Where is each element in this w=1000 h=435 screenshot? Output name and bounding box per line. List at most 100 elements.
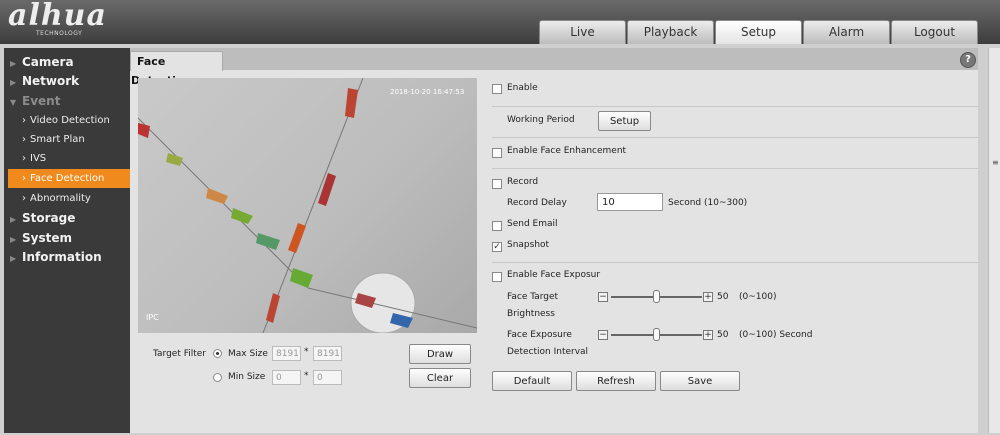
record-delay-unit: Second (10~300) xyxy=(668,198,748,208)
sidebar-group-label: System xyxy=(22,231,72,245)
max-size-width-input[interactable]: 8191 xyxy=(272,346,301,361)
clear-button[interactable]: Clear xyxy=(409,368,471,388)
enable-label: Enable xyxy=(507,83,538,93)
save-button[interactable]: Save xyxy=(660,371,740,391)
exposure-interval-label-2: Detection Interval xyxy=(507,347,589,357)
record-label: Record xyxy=(507,177,539,187)
sidebar-group-label: Information xyxy=(22,250,102,264)
chevron-right-icon: › xyxy=(22,193,26,204)
sidebar-group-information[interactable]: ▶ Information xyxy=(10,248,102,266)
logo-wordmark: alhua xyxy=(8,0,107,33)
page-title: Face Detection xyxy=(130,51,223,87)
tab-playback[interactable]: Playback xyxy=(627,20,714,44)
record-delay-label: Record Delay xyxy=(507,198,567,208)
times-symbol: * xyxy=(304,371,309,381)
chevron-right-icon: › xyxy=(22,173,26,184)
sidebar-group-camera[interactable]: ▶ Camera xyxy=(10,53,74,71)
send-email-checkbox[interactable] xyxy=(492,221,502,231)
snapshot-checkbox[interactable]: ✓ xyxy=(492,242,502,252)
sidebar-group-event[interactable]: ▼ Event xyxy=(10,92,60,110)
sidebar-item-ivs[interactable]: › IVS xyxy=(8,149,132,168)
caret-right-icon: ▶ xyxy=(10,254,17,263)
top-bar: alhua TECHNOLOGY Live Playback Setup Ala… xyxy=(0,0,1000,44)
record-delay-input[interactable]: 10 xyxy=(597,193,663,211)
sidebar-group-storage[interactable]: ▶ Storage xyxy=(10,209,75,227)
sidebar-group-system[interactable]: ▶ System xyxy=(10,229,72,247)
max-size-label: Max Size xyxy=(228,349,268,359)
brightness-plus-button[interactable]: + xyxy=(703,292,713,302)
sidebar-item-abnormality[interactable]: › Abnormality xyxy=(8,189,132,208)
sidebar-item-smart-plan[interactable]: › Smart Plan xyxy=(8,130,132,149)
interval-plus-button[interactable]: + xyxy=(703,330,713,340)
sidebar-item-label: Abnormality xyxy=(30,193,91,204)
send-email-label: Send Email xyxy=(507,219,558,229)
chevron-right-icon: › xyxy=(22,115,26,126)
face-exposure-label: Enable Face Exposur xyxy=(507,270,601,280)
sidebar-item-video-detection[interactable]: › Video Detection xyxy=(8,111,132,130)
tab-logout[interactable]: Logout xyxy=(891,20,978,44)
caret-right-icon: ▶ xyxy=(10,215,17,224)
sidebar-item-face-detection[interactable]: › Face Detection xyxy=(8,169,132,188)
sidebar-group-label: Storage xyxy=(22,211,76,225)
working-period-label: Working Period xyxy=(507,115,575,125)
brightness-slider-thumb[interactable] xyxy=(653,290,660,303)
dahua-logo: alhua TECHNOLOGY xyxy=(8,0,118,40)
help-icon[interactable]: ? xyxy=(960,52,976,68)
chevron-right-icon: › xyxy=(22,153,26,164)
sidebar-group-label: Event xyxy=(22,94,61,108)
tab-alarm[interactable]: Alarm xyxy=(803,20,890,44)
sidebar-group-network[interactable]: ▶ Network xyxy=(10,72,79,90)
min-size-radio[interactable] xyxy=(213,373,222,382)
chevron-right-icon: › xyxy=(22,134,26,145)
target-filter-label: Target Filter xyxy=(153,349,206,359)
brightness-range: (0~100) xyxy=(739,292,777,302)
working-period-setup-button[interactable]: Setup xyxy=(598,111,651,131)
brightness-value: 50 xyxy=(717,292,729,302)
sidebar-group-label: Camera xyxy=(22,55,74,69)
divider xyxy=(492,106,978,107)
max-size-height-input[interactable]: 8191 xyxy=(313,346,342,361)
refresh-button[interactable]: Refresh xyxy=(576,371,656,391)
divider xyxy=(492,262,978,263)
interval-range: (0~100) Second xyxy=(739,330,813,340)
title-bar xyxy=(130,48,978,70)
divider xyxy=(492,168,978,169)
sidebar-group-label: Network xyxy=(22,74,80,88)
caret-right-icon: ▶ xyxy=(10,78,17,87)
default-button[interactable]: Default xyxy=(492,371,572,391)
brightness-minus-button[interactable]: − xyxy=(598,292,608,302)
video-preview[interactable]: 2018-10-20 16:47:53 IPC xyxy=(138,78,477,333)
interval-minus-button[interactable]: − xyxy=(598,330,608,340)
max-size-radio[interactable] xyxy=(213,349,222,358)
face-enhancement-label: Enable Face Enhancement xyxy=(507,146,627,156)
ipc-label: IPC xyxy=(146,313,159,322)
draw-target-button[interactable]: Draw Target xyxy=(409,344,471,379)
tab-live[interactable]: Live xyxy=(539,20,626,44)
caret-down-icon: ▼ xyxy=(10,98,17,107)
tab-setup[interactable]: Setup xyxy=(715,20,802,44)
exposure-interval-label: Face Exposure xyxy=(507,330,572,340)
enable-checkbox[interactable] xyxy=(492,84,502,94)
sidebar: ▶ Camera ▶ Network ▼ Event › Video Detection… xyxy=(4,48,132,433)
min-size-width-input[interactable]: 0 xyxy=(272,370,301,385)
target-brightness-label-2: Brightness xyxy=(507,309,555,319)
caret-right-icon: ▶ xyxy=(10,59,17,68)
interval-slider-thumb[interactable] xyxy=(653,328,660,341)
sidebar-item-label: Video Detection xyxy=(30,115,110,126)
sidebar-item-label: Smart Plan xyxy=(30,134,85,145)
divider xyxy=(492,137,978,138)
times-symbol: * xyxy=(304,347,309,357)
snapshot-label: Snapshot xyxy=(507,240,550,250)
logo-subtext: TECHNOLOGY xyxy=(36,30,83,37)
sidebar-item-label: IVS xyxy=(30,153,47,164)
interval-value: 50 xyxy=(717,330,729,340)
face-exposure-checkbox[interactable] xyxy=(492,272,502,282)
min-size-height-input[interactable]: 0 xyxy=(313,370,342,385)
record-checkbox[interactable] xyxy=(492,179,502,189)
min-size-label: Min Size xyxy=(228,372,266,382)
scroll-grip-icon: ≡ xyxy=(992,158,999,167)
vertical-scrollbar[interactable]: ≡ xyxy=(988,48,1000,433)
caret-right-icon: ▶ xyxy=(10,235,17,244)
camera-scene-image xyxy=(138,78,477,333)
face-enhancement-checkbox[interactable] xyxy=(492,148,502,158)
